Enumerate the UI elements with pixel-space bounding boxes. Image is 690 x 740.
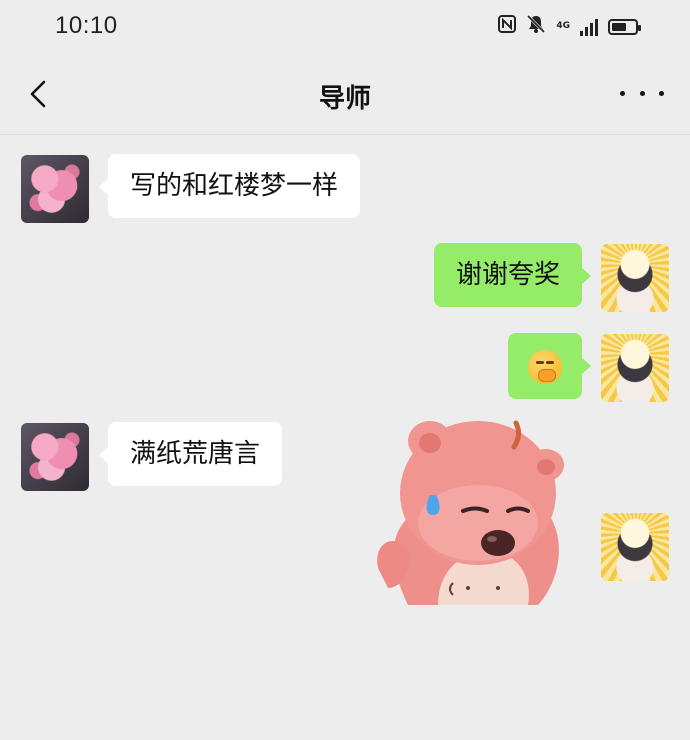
status-icons: 4G — [498, 14, 641, 39]
chat-header: 导师 — [0, 56, 690, 135]
my-avatar[interactable] — [601, 513, 669, 581]
status-time: 10:10 — [55, 12, 118, 39]
incoming-message-bubble[interactable]: 满纸荒唐言 — [98, 422, 283, 486]
contact-avatar[interactable] — [21, 155, 89, 223]
message-list: 写的和红楼梦一样 谢谢夸奖 满纸荒唐言 — [0, 135, 690, 740]
incoming-message-bubble[interactable]: 写的和红楼梦一样 — [98, 154, 361, 218]
chat-title: 导师 — [318, 84, 371, 114]
pink-beaver-sweating-sticker[interactable] — [368, 383, 578, 605]
nfc-icon — [498, 15, 517, 38]
status-bar: 10:10 4G — [0, 0, 690, 56]
network-type: 4G — [556, 21, 570, 31]
signal-strength-icon — [580, 18, 598, 36]
contact-avatar[interactable] — [21, 423, 89, 491]
battery-icon — [608, 18, 641, 35]
hand-over-mouth-emoji — [528, 349, 562, 384]
my-avatar[interactable] — [601, 334, 669, 402]
mute-bell-icon — [526, 14, 546, 39]
more-options-icon[interactable] — [620, 78, 664, 108]
my-avatar[interactable] — [601, 244, 669, 312]
outgoing-message-bubble[interactable]: 谢谢夸奖 — [433, 243, 592, 307]
